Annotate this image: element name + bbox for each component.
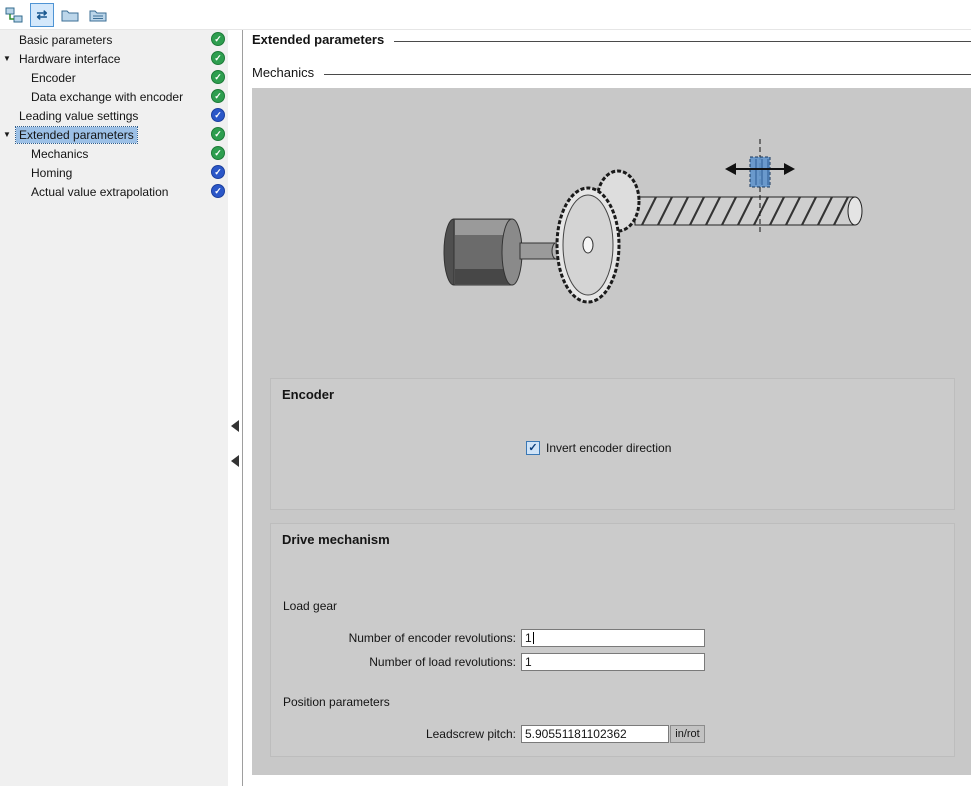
status-ok-icon: ✓ bbox=[211, 89, 225, 103]
sidebar-item-data-exchange-with-encoder[interactable]: Data exchange with encoder ✓ bbox=[0, 87, 228, 106]
position-parameters-label: Position parameters bbox=[283, 695, 390, 709]
encoder-section: Encoder ✓ Invert encoder direction bbox=[270, 378, 955, 510]
field-value: 5.90551181102362 bbox=[525, 727, 627, 741]
sidebar-item-label: Leading value settings bbox=[16, 108, 141, 124]
page-subtitle-row: Mechanics bbox=[252, 64, 971, 81]
invert-encoder-row: ✓ Invert encoder direction bbox=[526, 441, 671, 455]
leadscrew-pitch-label: Leadscrew pitch: bbox=[271, 727, 521, 741]
invert-encoder-label: Invert encoder direction bbox=[546, 441, 671, 455]
status-ok-icon: ✓ bbox=[211, 184, 225, 198]
sidebar-item-encoder[interactable]: Encoder ✓ bbox=[0, 68, 228, 87]
swap-arrows-icon: ⇄ bbox=[37, 8, 48, 21]
field-value: 1 bbox=[525, 655, 532, 669]
status-ok-icon: ✓ bbox=[211, 51, 225, 65]
sidebar-item-label: Data exchange with encoder bbox=[28, 89, 186, 105]
title-rule bbox=[394, 41, 971, 42]
collapse-pane-arrow[interactable] bbox=[231, 420, 239, 432]
sidebar-item-basic-parameters[interactable]: Basic parameters ✓ bbox=[0, 30, 228, 49]
leadscrew-pitch-row: Leadscrew pitch: 5.90551181102362 in/rot bbox=[271, 725, 705, 743]
status-ok-icon: ✓ bbox=[211, 165, 225, 179]
sidebar-item-leading-value-settings[interactable]: Leading value settings ✓ bbox=[0, 106, 228, 125]
encoder-section-title: Encoder bbox=[282, 387, 334, 402]
folder-icon-glyph bbox=[61, 8, 79, 22]
expander-icon[interactable]: ▼ bbox=[3, 49, 16, 68]
diagram-icon-glyph bbox=[5, 7, 23, 23]
diagram-icon[interactable] bbox=[2, 3, 26, 27]
folder-list-icon[interactable] bbox=[86, 3, 110, 27]
status-ok-icon: ✓ bbox=[211, 108, 225, 122]
subtitle-rule bbox=[324, 74, 971, 75]
sidebar-item-hardware-interface[interactable]: ▼ Hardware interface ✓ bbox=[0, 49, 228, 68]
mechanics-diagram bbox=[442, 133, 877, 308]
encoder-revolutions-input[interactable]: 1 bbox=[521, 629, 705, 647]
folder-list-icon-glyph bbox=[89, 8, 107, 22]
leadscrew-pitch-unit: in/rot bbox=[670, 725, 705, 743]
load-revolutions-row: Number of load revolutions: 1 bbox=[271, 653, 705, 671]
status-ok-icon: ✓ bbox=[211, 32, 225, 46]
sidebar-item-homing[interactable]: Homing ✓ bbox=[0, 163, 228, 182]
mechanics-config-panel: Encoder ✓ Invert encoder direction Drive… bbox=[252, 88, 971, 775]
sidebar-item-label: Actual value extrapolation bbox=[28, 184, 171, 200]
load-revolutions-label: Number of load revolutions: bbox=[271, 655, 521, 669]
drive-mechanism-section-title: Drive mechanism bbox=[282, 532, 390, 547]
load-gear-label: Load gear bbox=[283, 599, 337, 613]
sidebar-item-label: Hardware interface bbox=[16, 51, 123, 67]
status-ok-icon: ✓ bbox=[211, 127, 225, 141]
text-caret bbox=[533, 632, 534, 644]
drive-mechanism-section: Drive mechanism Load gear Number of enco… bbox=[270, 523, 955, 757]
sidebar-item-label: Encoder bbox=[28, 70, 79, 86]
swap-view-icon[interactable]: ⇄ bbox=[30, 3, 54, 27]
config-navigation-tree: Basic parameters ✓ ▼ Hardware interface … bbox=[0, 30, 228, 786]
page-title-row: Extended parameters bbox=[252, 31, 971, 48]
encoder-revolutions-row: Number of encoder revolutions: 1 bbox=[271, 629, 705, 647]
status-ok-icon: ✓ bbox=[211, 146, 225, 160]
page-title: Extended parameters bbox=[252, 32, 384, 47]
sidebar-item-actual-value-extrapolation[interactable]: Actual value extrapolation ✓ bbox=[0, 182, 228, 201]
invert-encoder-checkbox[interactable]: ✓ bbox=[526, 441, 540, 455]
check-icon: ✓ bbox=[528, 443, 537, 454]
config-toolbar: ⇄ bbox=[0, 0, 971, 30]
tia-axis-configuration-window: ⇄ Basic parameters ✓ ▼ Hardware interfac… bbox=[0, 0, 971, 786]
page-subtitle: Mechanics bbox=[252, 65, 314, 80]
sidebar-item-mechanics[interactable]: Mechanics ✓ bbox=[0, 144, 228, 163]
sidebar-item-label: Mechanics bbox=[28, 146, 91, 162]
field-value: 1 bbox=[525, 631, 532, 645]
sidebar-item-label: Extended parameters bbox=[16, 127, 137, 143]
folder-icon[interactable] bbox=[58, 3, 82, 27]
load-revolutions-input[interactable]: 1 bbox=[521, 653, 705, 671]
expander-icon[interactable]: ▼ bbox=[3, 125, 16, 144]
axis-mechanics-illustration bbox=[442, 133, 877, 311]
sidebar-item-label: Homing bbox=[28, 165, 75, 181]
leadscrew-pitch-input[interactable]: 5.90551181102362 bbox=[521, 725, 669, 743]
collapse-pane-arrow[interactable] bbox=[231, 455, 239, 467]
sidebar-item-extended-parameters[interactable]: ▼ Extended parameters ✓ bbox=[0, 125, 228, 144]
pane-splitter[interactable] bbox=[228, 30, 243, 786]
status-ok-icon: ✓ bbox=[211, 70, 225, 84]
sidebar-item-label: Basic parameters bbox=[16, 32, 115, 48]
encoder-revolutions-label: Number of encoder revolutions: bbox=[271, 631, 521, 645]
